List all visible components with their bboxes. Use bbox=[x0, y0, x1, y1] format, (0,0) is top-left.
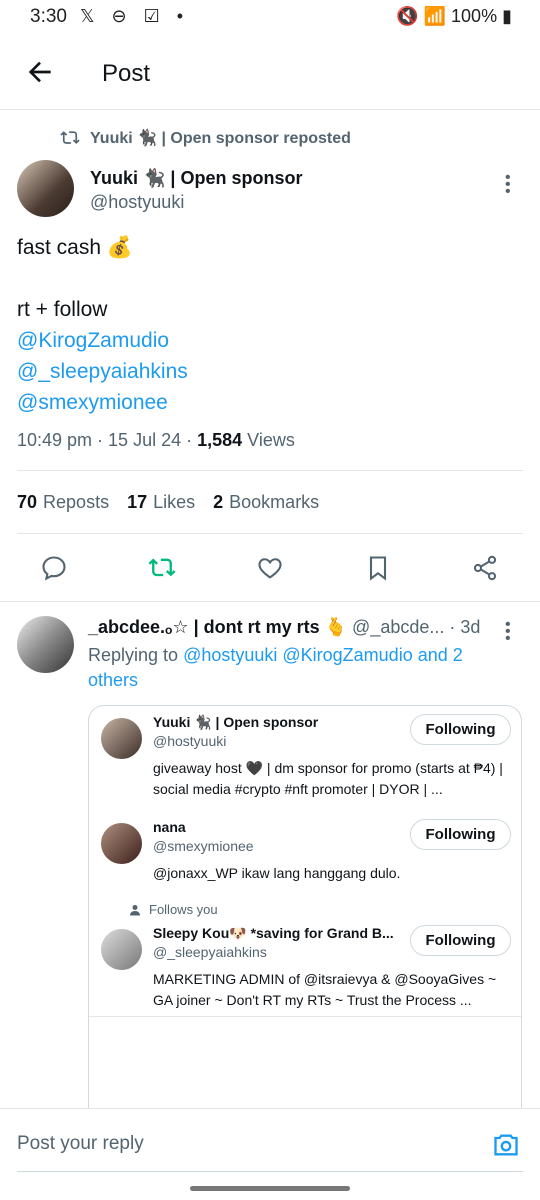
repost-icon bbox=[60, 131, 80, 144]
wifi-icon: 📶 bbox=[423, 6, 447, 26]
user-name: nana bbox=[153, 819, 186, 835]
post-stats: 70 Reposts 17 Likes 2 Bookmarks bbox=[17, 492, 319, 513]
user-avatar[interactable] bbox=[101, 718, 142, 759]
post-text-line: fast cash 💰 bbox=[17, 236, 134, 259]
replying-to: Replying to @hostyuuki @KirogZamudio and… bbox=[88, 645, 463, 690]
user-bio: MARKETING ADMIN of @itsraievya & @SooyaG… bbox=[153, 971, 497, 1008]
user-handle: @_sleepyaiahkins bbox=[153, 944, 267, 960]
bookmark-icon[interactable] bbox=[364, 554, 392, 582]
user-avatar[interactable] bbox=[101, 929, 142, 970]
battery-icon: ▮ bbox=[502, 6, 512, 26]
divider bbox=[89, 1016, 521, 1017]
repost-indicator[interactable]: Yuuki 🐈‍⬛ | Open sponsor reposted bbox=[60, 128, 351, 148]
reply-more-options-icon[interactable]: • • • bbox=[505, 617, 511, 647]
user-handle: @smexymionee bbox=[153, 838, 254, 854]
page-title: Post bbox=[102, 60, 151, 87]
follows-you-label: Follows you bbox=[129, 902, 218, 917]
following-button[interactable]: Following bbox=[410, 714, 511, 745]
more-options-icon[interactable]: • • • bbox=[505, 170, 511, 200]
user-name: Yuuki 🐈‍⬛ | Open sponsor bbox=[153, 714, 319, 730]
following-button[interactable]: Following bbox=[410, 925, 511, 956]
status-bar: 3:30 𝕏 ⊖ ☑ • 🔇 📶 100% ▮ bbox=[0, 0, 540, 34]
share-icon[interactable] bbox=[471, 554, 499, 582]
mention-link[interactable]: @smexymionee bbox=[17, 387, 188, 418]
user-card[interactable]: Yuuki 🐈‍⬛ | Open sponsor @hostyuuki give… bbox=[101, 714, 511, 804]
repost-action-icon[interactable] bbox=[148, 554, 176, 582]
user-card[interactable]: Sleepy Kou🐶 *saving for Grand B... @_sle… bbox=[101, 925, 511, 1015]
camera-icon[interactable] bbox=[492, 1131, 520, 1159]
action-bar bbox=[0, 548, 540, 588]
following-button[interactable]: Following bbox=[410, 819, 511, 850]
home-indicator[interactable] bbox=[190, 1186, 350, 1191]
reply-author-handle: @_abcde... · 3d bbox=[352, 617, 481, 637]
author-handle[interactable]: @hostyuuki bbox=[90, 192, 184, 213]
reposts-stat[interactable]: 70 Reposts bbox=[17, 492, 109, 513]
user-bio: @jonaxx_WP ikaw lang hanggang dulo. bbox=[153, 865, 401, 881]
reply-icon[interactable] bbox=[40, 554, 68, 582]
user-avatar[interactable] bbox=[101, 823, 142, 864]
repost-text: Yuuki 🐈‍⬛ | Open sponsor reposted bbox=[90, 130, 351, 147]
reply-author-avatar[interactable] bbox=[17, 616, 74, 673]
user-handle: @hostyuuki bbox=[153, 733, 227, 749]
reply-author-line[interactable]: _abcdee.ₒ☆ | dont rt my rts 🫰 @_abcde...… bbox=[88, 617, 480, 638]
status-time: 3:30 bbox=[30, 6, 67, 27]
input-underline bbox=[17, 1171, 523, 1172]
like-heart-icon[interactable] bbox=[256, 554, 284, 582]
user-card[interactable]: nana @smexymionee @jonaxx_WP ikaw lang h… bbox=[101, 819, 511, 889]
post-meta: 10:49 pm · 15 Jul 24 · 1,584 Views bbox=[17, 430, 295, 451]
header: Post bbox=[0, 44, 540, 110]
divider bbox=[17, 533, 523, 534]
notification-icons: 𝕏 ⊖ ☑ • bbox=[80, 6, 190, 26]
post-body: fast cash 💰 rt + follow @KirogZamudio @_… bbox=[17, 232, 188, 418]
back-arrow-icon[interactable] bbox=[24, 56, 56, 88]
post-timestamp: 10:49 pm · 15 Jul 24 · bbox=[17, 430, 198, 450]
status-right: 🔇 📶 100% ▮ bbox=[396, 6, 512, 27]
divider bbox=[17, 470, 523, 471]
reply-input[interactable]: Post your reply bbox=[17, 1133, 144, 1155]
user-cards-panel: Yuuki 🐈‍⬛ | Open sponsor @hostyuuki give… bbox=[88, 705, 522, 1125]
mention-link[interactable]: @_sleepyaiahkins bbox=[17, 356, 188, 387]
mention-link[interactable]: @KirogZamudio bbox=[17, 325, 188, 356]
likes-stat[interactable]: 17 Likes bbox=[127, 492, 195, 513]
user-bio: giveaway host 🖤 | dm sponsor for promo (… bbox=[153, 760, 503, 797]
views-count: 1,584 bbox=[197, 430, 243, 450]
person-icon bbox=[130, 904, 140, 915]
views-label: Views bbox=[247, 430, 295, 450]
divider bbox=[0, 601, 540, 602]
bookmarks-stat[interactable]: 2 Bookmarks bbox=[213, 492, 319, 513]
post-text-line: rt + follow bbox=[17, 298, 108, 321]
battery-level: 100% bbox=[451, 6, 498, 26]
reply-author-name: _abcdee.ₒ☆ | dont rt my rts 🫰 bbox=[88, 617, 348, 637]
reply-composer: Post your reply bbox=[0, 1108, 540, 1172]
author-avatar[interactable] bbox=[17, 160, 74, 217]
mute-icon: 🔇 bbox=[396, 6, 419, 26]
user-name: Sleepy Kou🐶 *saving for Grand B... bbox=[153, 925, 394, 941]
author-name[interactable]: Yuuki 🐈‍⬛ | Open sponsor bbox=[90, 168, 302, 189]
